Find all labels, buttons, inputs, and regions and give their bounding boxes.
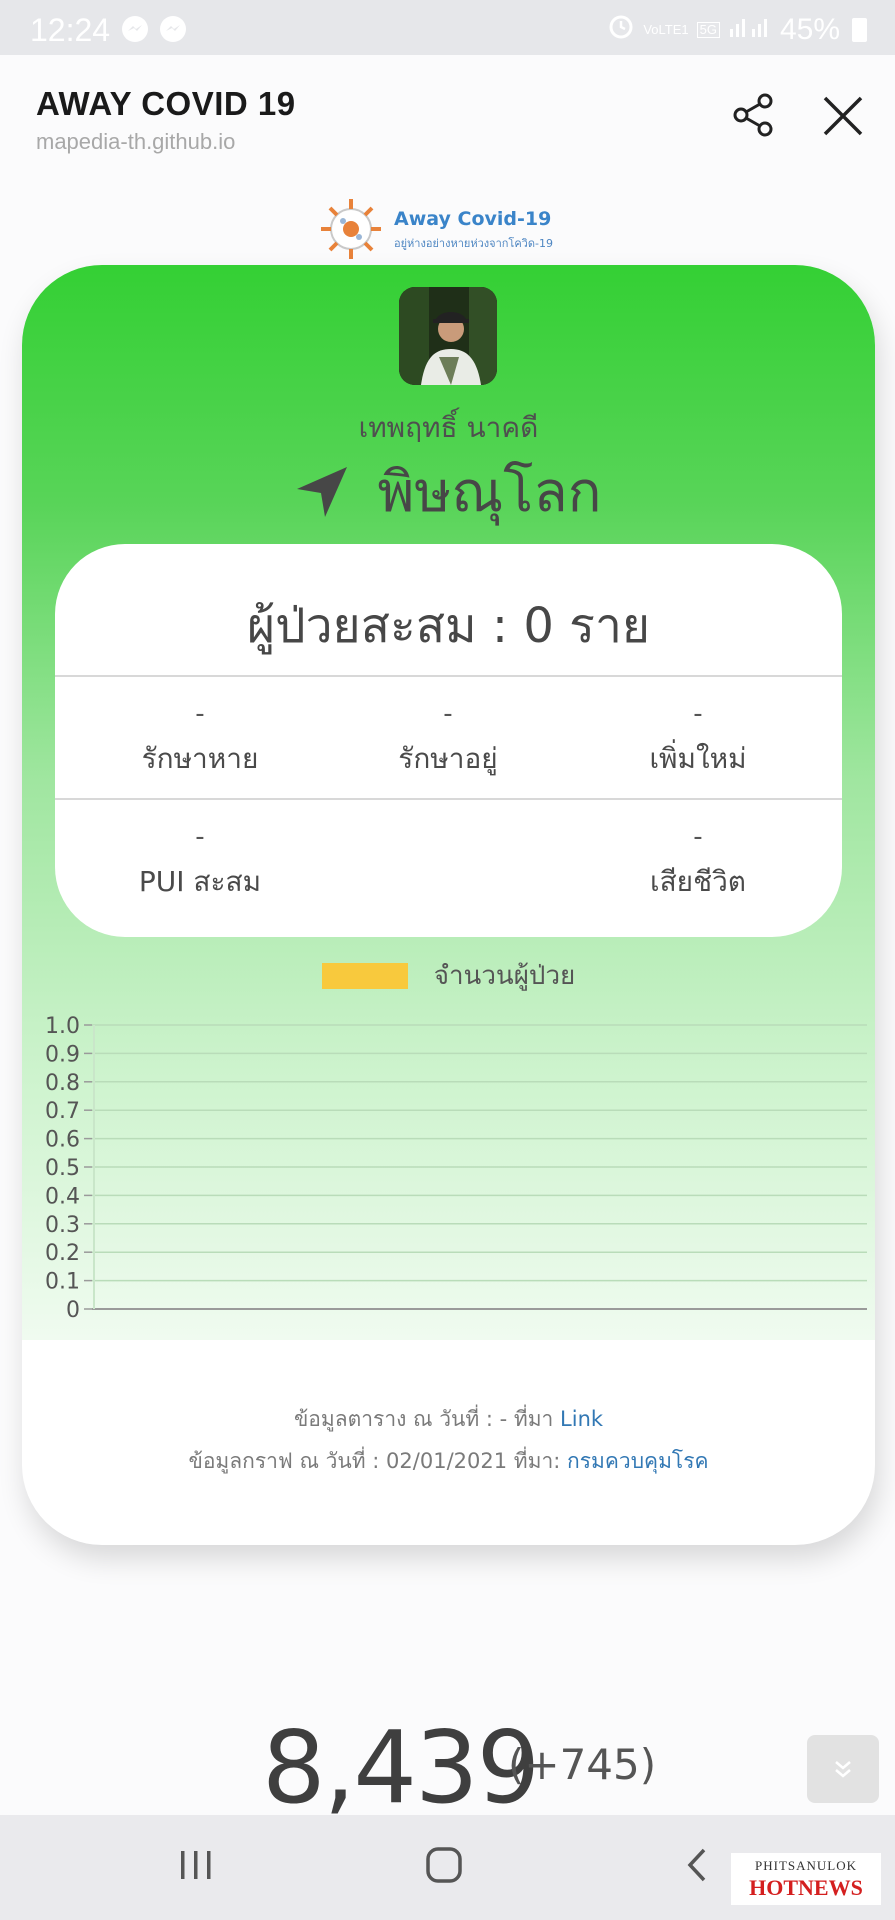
graph-source-text: ข้อมูลกราฟ ณ วันที่ : 02/01/2021 ที่มา: [188,1449,561,1473]
y-tick-label: 0.8 [45,1071,80,1096]
location-arrow-icon [295,465,349,519]
scroll-down-button[interactable] [807,1735,879,1803]
y-tick-label: 0.7 [45,1099,80,1124]
status-bar: 12:24 VoLTE1 5G 45% [0,0,895,55]
province-row: พิษณุโลก [22,447,875,536]
table-source-text: ข้อมูลตาราง ณ วันที่ : - ที่มา [293,1407,554,1431]
stat-value: - [693,822,703,852]
stat-value: - [693,699,703,729]
stat-label: เสียชีวิต [650,865,746,898]
stat-label: รักษาหาย [141,742,259,775]
stat-value: - [195,822,205,852]
messenger-icon [122,16,148,42]
home-icon [426,1847,462,1883]
graph-source-link[interactable]: กรมควบคุมโรค [567,1449,709,1473]
status-right: VoLTE1 5G 45% [607,12,867,48]
site-logo: Away Covid-19 อยู่ห่างอย่างหายห่วงจากโคว… [318,196,578,266]
status-time: 12:24 [30,12,111,48]
stat-value: - [195,699,205,729]
messenger-icon [160,16,186,42]
watermark-bottom: HOTNEWS [749,1875,863,1900]
watermark-top: PHITSANULOK [755,1858,857,1873]
y-tick-label: 0.2 [45,1241,80,1266]
stat-pui: - PUI สะสม [75,822,325,904]
y-tick-label: 0.5 [45,1156,80,1181]
stat-deaths: - เสียชีวิต [573,822,823,904]
stats-panel: ผู้ป่วยสะสม : 0 ราย - รักษาหาย - รักษาอย… [55,544,842,937]
y-tick-label: 0.3 [45,1213,80,1238]
watermark-logo: PHITSANULOK HOTNEWS [731,1853,881,1905]
signal-icon [728,13,772,47]
browser-header: AWAY COVID 19 mapedia-th.github.io [0,55,895,175]
person-name: เทพฤทธิ์ นาคดี [358,411,539,444]
logo-title: Away Covid-19 [394,208,552,230]
avatar [399,287,497,385]
network-type: 5G [696,22,720,38]
stat-label: เพิ่มใหม่ [649,742,747,775]
recent-apps-button[interactable] [178,1845,214,1889]
home-button[interactable] [424,1845,464,1889]
stat-new: - เพิ่มใหม่ [573,699,823,781]
graph-source-note: ข้อมูลกราฟ ณ วันที่ : 02/01/2021 ที่มา: … [22,1445,875,1478]
battery-icon [852,18,867,42]
stat-in-treatment: - รักษาอยู่ [323,699,573,781]
table-source-link[interactable]: Link [560,1407,603,1431]
chevron-down-icon [835,1761,851,1778]
divider [55,675,842,677]
back-button[interactable] [682,1845,712,1889]
share-icon[interactable] [732,93,776,137]
page-url: mapedia-th.github.io [36,129,236,154]
total-count: 8,439 [262,1709,540,1826]
virus-logo-icon [318,196,384,262]
divider [55,798,842,800]
total-cases: ผู้ป่วยสะสม : 0 ราย [246,598,651,654]
table-source-note: ข้อมูลตาราง ณ วันที่ : - ที่มา Link [22,1403,875,1436]
y-tick-label: 0.4 [45,1184,80,1209]
network-label: VoLTE1 [643,22,689,37]
y-tick-label: 0.9 [45,1042,80,1067]
close-icon[interactable] [820,93,866,139]
stat-recovered: - รักษาหาย [75,699,325,781]
y-tick-label: 0.6 [45,1128,80,1153]
recent-apps-icon [181,1851,211,1879]
province-card: เทพฤทธิ์ นาคดี พิษณุโลก ผู้ป่วยสะสม : 0 … [22,265,875,1545]
cases-chart: 1.0 0.9 0.8 0.7 0.6 0.5 0.4 0.3 0.2 0.1 0 [45,1014,867,1323]
y-tick-label: 0 [66,1298,80,1323]
battery-label: 45% [779,13,840,46]
alarm-icon [607,12,635,48]
count-delta: (+745) [508,1740,657,1789]
stat-label: รักษาอยู่ [398,742,498,775]
stat-label: PUI สะสม [138,865,262,898]
y-tick-label: 1.0 [45,1014,80,1039]
stat-value: - [443,699,453,729]
province-name: พิษณุโลก [377,460,602,525]
back-icon [687,1848,706,1882]
y-tick-label: 0.1 [45,1270,80,1295]
page-title: AWAY COVID 19 [36,85,296,122]
logo-subtitle: อยู่ห่างอย่างหายห่วงจากโควิด-19 [394,237,553,250]
